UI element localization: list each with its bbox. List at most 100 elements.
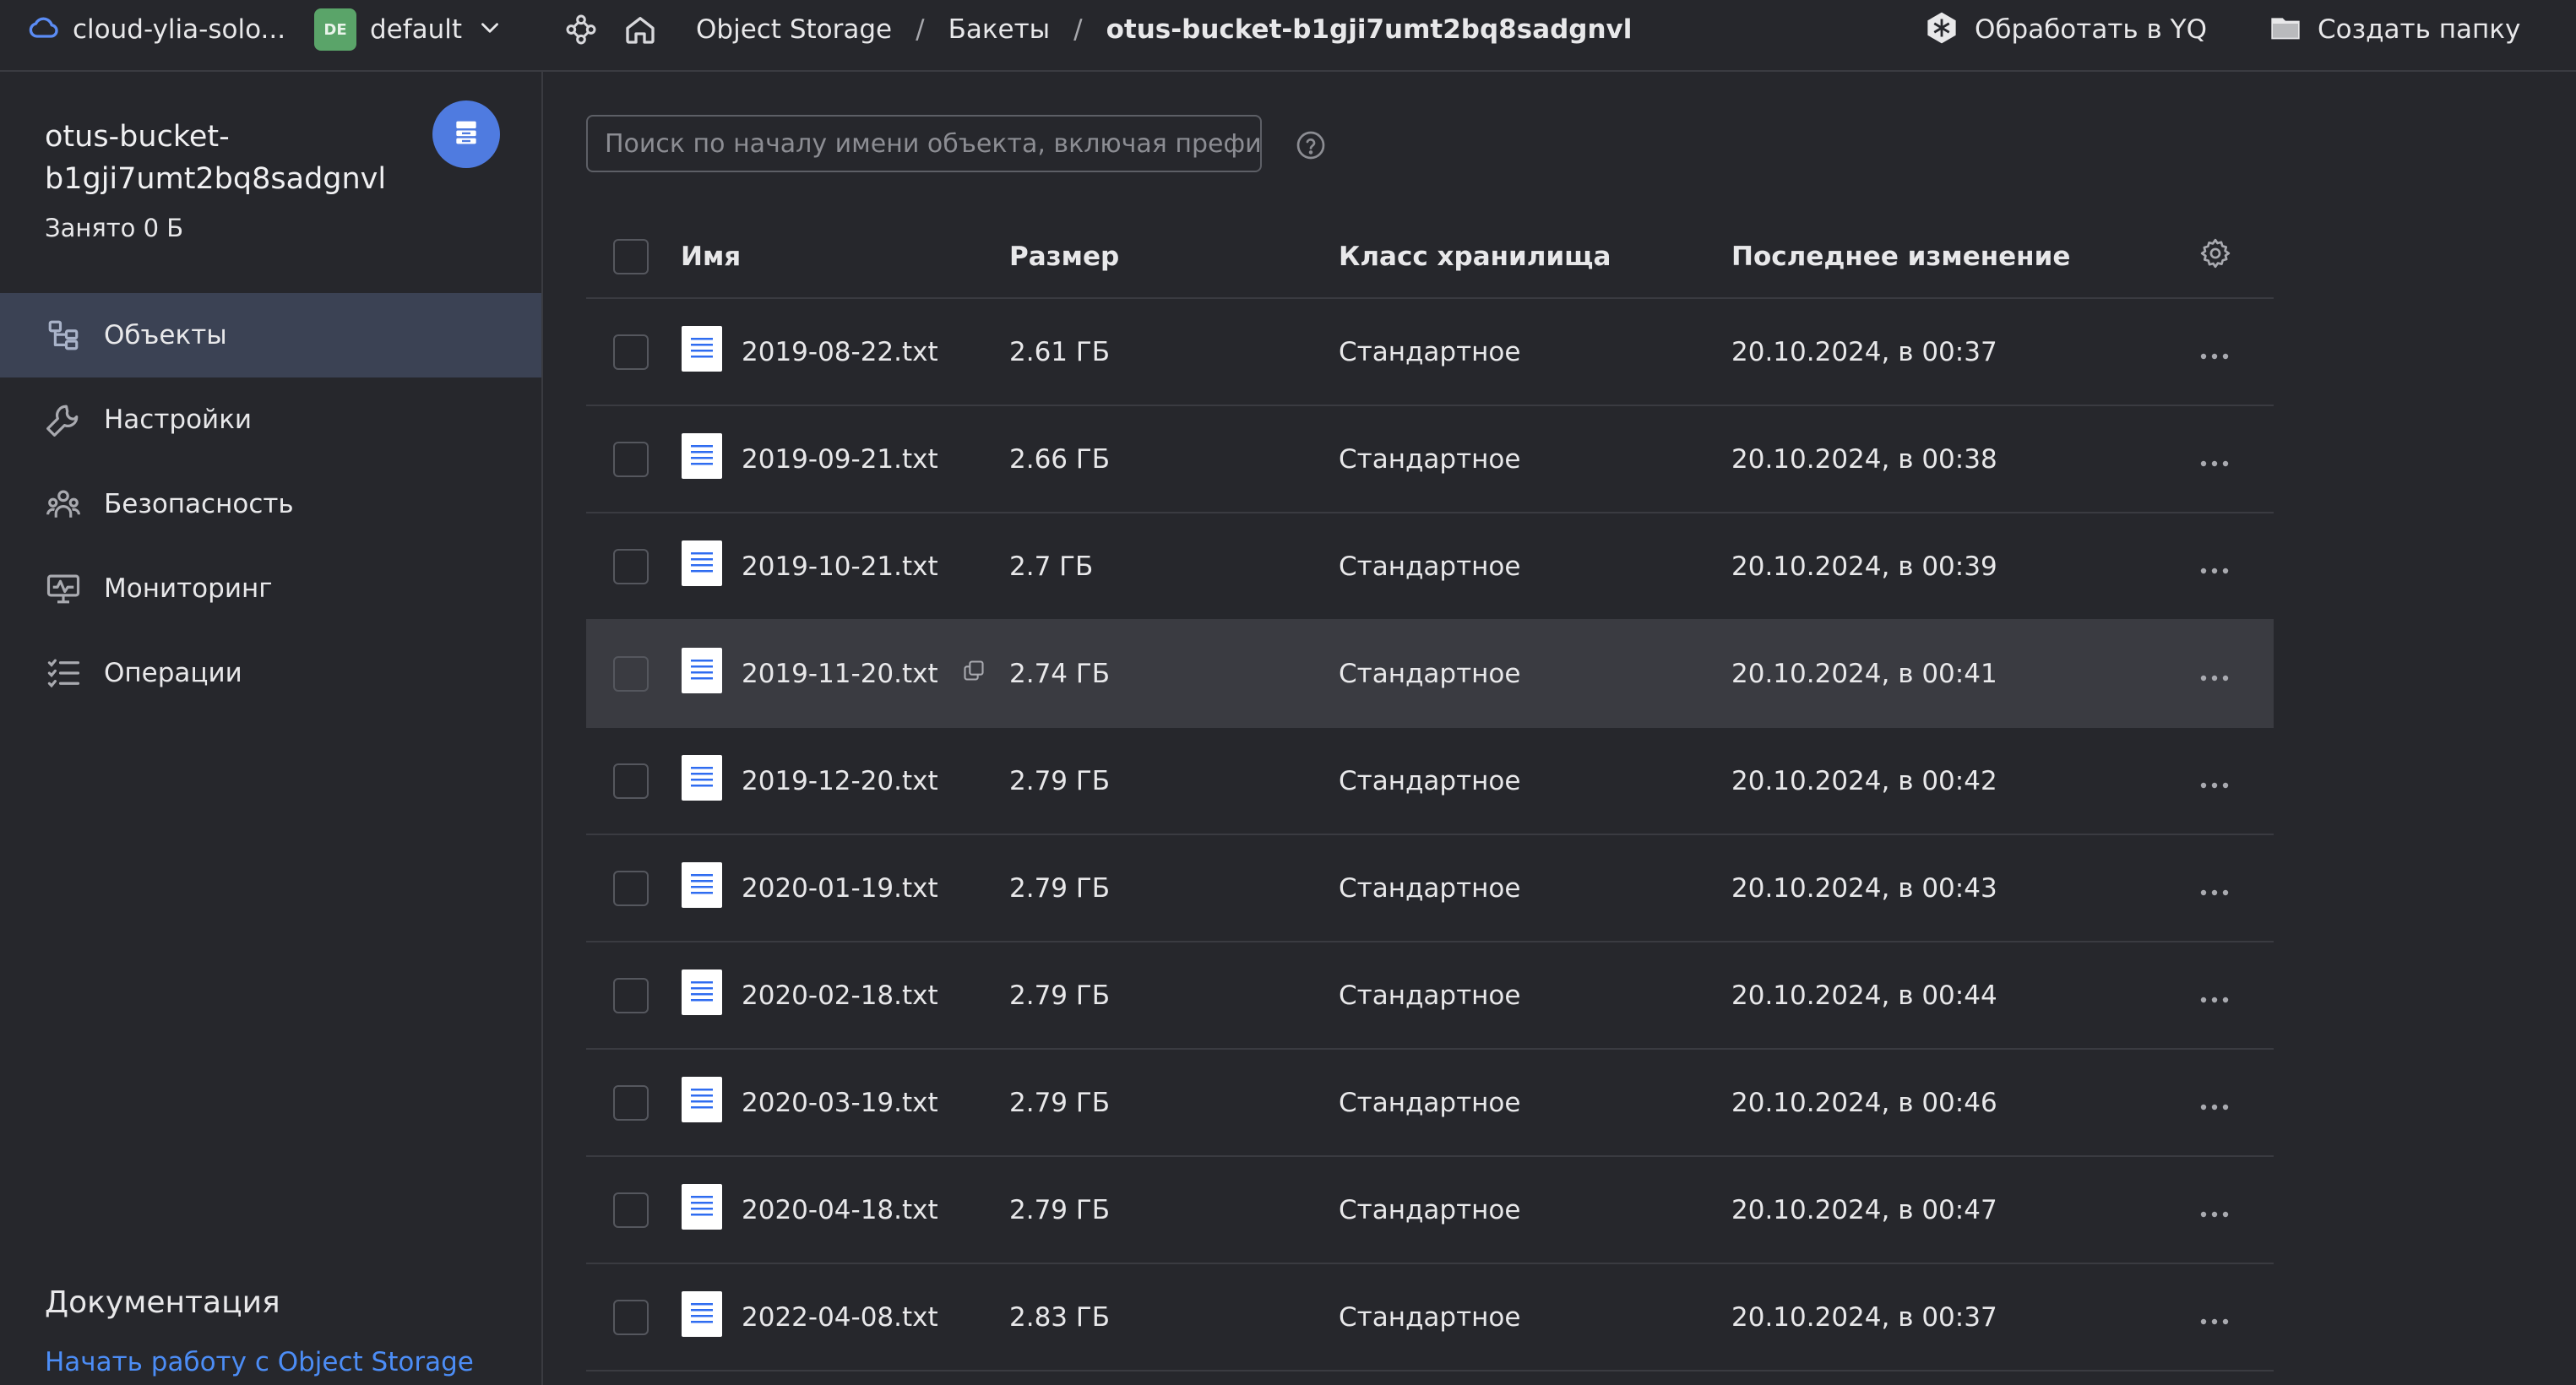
row-actions-button[interactable] bbox=[2199, 1157, 2230, 1263]
more-icon bbox=[2199, 766, 2230, 796]
row-actions-button[interactable] bbox=[2199, 1050, 2230, 1155]
row-checkbox[interactable] bbox=[613, 1084, 649, 1121]
file-name-link[interactable]: 2019-10-21.txt bbox=[742, 551, 938, 582]
table-row[interactable]: 2019-09-21.txt 2.66 ГБ Стандартное 20.10… bbox=[586, 406, 2274, 513]
breadcrumb: Object Storage / Бакеты / otus-bucket-b1… bbox=[696, 0, 1632, 59]
modified-date: 20.10.2024, в 00:47 bbox=[1731, 1194, 1997, 1225]
file-name-link[interactable]: 2020-03-19.txt bbox=[742, 1088, 938, 1118]
row-checkbox[interactable] bbox=[613, 548, 649, 584]
documentation-link[interactable]: Начать работу с Object Storage bbox=[45, 1347, 474, 1377]
column-header-name[interactable]: Имя bbox=[681, 216, 741, 297]
row-actions-button[interactable] bbox=[2199, 942, 2230, 1048]
file-name-link[interactable]: 2020-02-18.txt bbox=[742, 980, 938, 1011]
file-icon bbox=[681, 647, 723, 701]
graph-icon[interactable] bbox=[564, 0, 598, 59]
table-row[interactable]: 2020-03-19.txt 2.79 ГБ Стандартное 20.10… bbox=[586, 1050, 2274, 1157]
row-actions-button[interactable] bbox=[2199, 513, 2230, 619]
table-row[interactable]: 2020-04-18.txt 2.79 ГБ Стандартное 20.10… bbox=[586, 1157, 2274, 1264]
row-actions-button[interactable] bbox=[2199, 621, 2230, 726]
help-icon[interactable] bbox=[1296, 130, 1326, 164]
more-icon bbox=[2199, 659, 2230, 689]
row-actions-button[interactable] bbox=[2199, 835, 2230, 941]
modified-date: 20.10.2024, в 00:37 bbox=[1731, 1301, 1997, 1333]
copy-icon[interactable] bbox=[962, 659, 986, 689]
modified-date: 20.10.2024, в 00:41 bbox=[1731, 658, 1997, 689]
sidebar-item-label: Мониторинг bbox=[104, 573, 273, 604]
row-checkbox[interactable] bbox=[613, 763, 649, 799]
sidebar-item-security[interactable]: Безопасность bbox=[0, 462, 541, 546]
row-checkbox[interactable] bbox=[613, 1299, 649, 1335]
file-size: 2.7 ГБ bbox=[1009, 551, 1094, 582]
modified-date: 20.10.2024, в 00:46 bbox=[1731, 1087, 1997, 1118]
file-size: 2.79 ГБ bbox=[1009, 1194, 1111, 1225]
table-row-hovered[interactable]: 2019-11-20.txt 2.74 ГБ Стандартное 20.10… bbox=[586, 621, 2274, 728]
column-header-storage-class[interactable]: Класс хранилища bbox=[1339, 216, 1611, 297]
row-actions-button[interactable] bbox=[2199, 299, 2230, 405]
row-checkbox[interactable] bbox=[613, 655, 649, 692]
search-input[interactable] bbox=[605, 128, 1260, 159]
create-folder-label: Создать папку bbox=[2318, 14, 2521, 45]
object-storage-app: cloud-ylia-solo... DE default Object Sto bbox=[0, 0, 2576, 1385]
file-name-link[interactable]: 2020-04-18.txt bbox=[742, 1195, 938, 1225]
search-box[interactable] bbox=[586, 115, 1262, 172]
sidebar-item-label: Настройки bbox=[104, 405, 253, 435]
breadcrumb-object-storage[interactable]: Object Storage bbox=[696, 14, 892, 45]
row-actions-button[interactable] bbox=[2199, 728, 2230, 834]
file-size: 2.79 ГБ bbox=[1009, 872, 1111, 904]
sidebar-item-settings[interactable]: Настройки bbox=[0, 377, 541, 462]
storage-class: Стандартное bbox=[1339, 1301, 1521, 1333]
more-icon bbox=[2199, 1088, 2230, 1118]
row-checkbox[interactable] bbox=[613, 977, 649, 1013]
breadcrumb-buckets[interactable]: Бакеты bbox=[948, 14, 1051, 45]
home-icon[interactable] bbox=[623, 0, 657, 59]
file-name-link[interactable]: 2022-04-08.txt bbox=[742, 1302, 938, 1333]
storage-class: Стандартное bbox=[1339, 872, 1521, 904]
column-header-size[interactable]: Размер bbox=[1009, 216, 1119, 297]
file-icon bbox=[681, 540, 723, 594]
file-size: 2.83 ГБ bbox=[1009, 1301, 1111, 1333]
file-name-link[interactable]: 2019-08-22.txt bbox=[742, 337, 938, 367]
select-all-checkbox[interactable] bbox=[613, 239, 649, 274]
folder-selector[interactable]: DE default bbox=[314, 0, 504, 59]
storage-class: Стандартное bbox=[1339, 336, 1521, 367]
sidebar: otus-bucket-b1gji7umt2bq8sadgnvl Занято … bbox=[0, 72, 543, 1385]
file-name-link[interactable]: 2019-12-20.txt bbox=[742, 766, 938, 796]
more-icon bbox=[2199, 1302, 2230, 1333]
file-name-link[interactable]: 2019-11-20.txt bbox=[742, 659, 938, 689]
row-actions-button[interactable] bbox=[2199, 406, 2230, 512]
row-checkbox[interactable] bbox=[613, 334, 649, 370]
file-icon bbox=[681, 432, 723, 486]
sidebar-item-objects[interactable]: Объекты bbox=[0, 293, 541, 377]
table-row[interactable]: 2019-12-20.txt 2.79 ГБ Стандартное 20.10… bbox=[586, 728, 2274, 835]
column-header-modified[interactable]: Последнее изменение bbox=[1731, 216, 2070, 297]
more-icon bbox=[2199, 980, 2230, 1011]
table-row[interactable]: 2019-08-22.txt 2.61 ГБ Стандартное 20.10… bbox=[586, 299, 2274, 406]
row-checkbox[interactable] bbox=[613, 1192, 649, 1228]
modified-date: 20.10.2024, в 00:37 bbox=[1731, 336, 1997, 367]
sidebar-item-operations[interactable]: Операции bbox=[0, 631, 541, 715]
sidebar-item-monitoring[interactable]: Мониторинг bbox=[0, 546, 541, 631]
modified-date: 20.10.2024, в 00:38 bbox=[1731, 443, 1997, 475]
storage-class: Стандартное bbox=[1339, 443, 1521, 475]
chevron-down-icon bbox=[476, 14, 504, 46]
file-name-link[interactable]: 2019-09-21.txt bbox=[742, 444, 938, 475]
storage-class: Стандартное bbox=[1339, 551, 1521, 582]
cloud-selector[interactable]: cloud-ylia-solo... bbox=[27, 0, 285, 59]
row-checkbox[interactable] bbox=[613, 441, 649, 477]
file-name-link[interactable]: 2020-01-19.txt bbox=[742, 873, 938, 904]
create-folder-button[interactable]: Создать папку bbox=[2269, 0, 2520, 59]
column-settings-button[interactable] bbox=[2199, 216, 2231, 297]
users-icon bbox=[45, 486, 82, 523]
row-actions-button[interactable] bbox=[2199, 1264, 2230, 1370]
file-icon bbox=[681, 754, 723, 808]
storage-class: Стандартное bbox=[1339, 658, 1521, 689]
row-checkbox[interactable] bbox=[613, 870, 649, 906]
table-row[interactable]: 2022-04-08.txt 2.83 ГБ Стандартное 20.10… bbox=[586, 1264, 2274, 1371]
process-in-yq-button[interactable]: Обработать в YQ bbox=[1924, 0, 2207, 59]
file-icon bbox=[681, 325, 723, 379]
table-row[interactable]: 2019-10-21.txt 2.7 ГБ Стандартное 20.10.… bbox=[586, 513, 2274, 621]
table-row[interactable]: 2020-02-18.txt 2.79 ГБ Стандартное 20.10… bbox=[586, 942, 2274, 1050]
table-row[interactable]: 2020-01-19.txt 2.79 ГБ Стандартное 20.10… bbox=[586, 835, 2274, 942]
objects-icon bbox=[45, 317, 82, 354]
modified-date: 20.10.2024, в 00:39 bbox=[1731, 551, 1997, 582]
